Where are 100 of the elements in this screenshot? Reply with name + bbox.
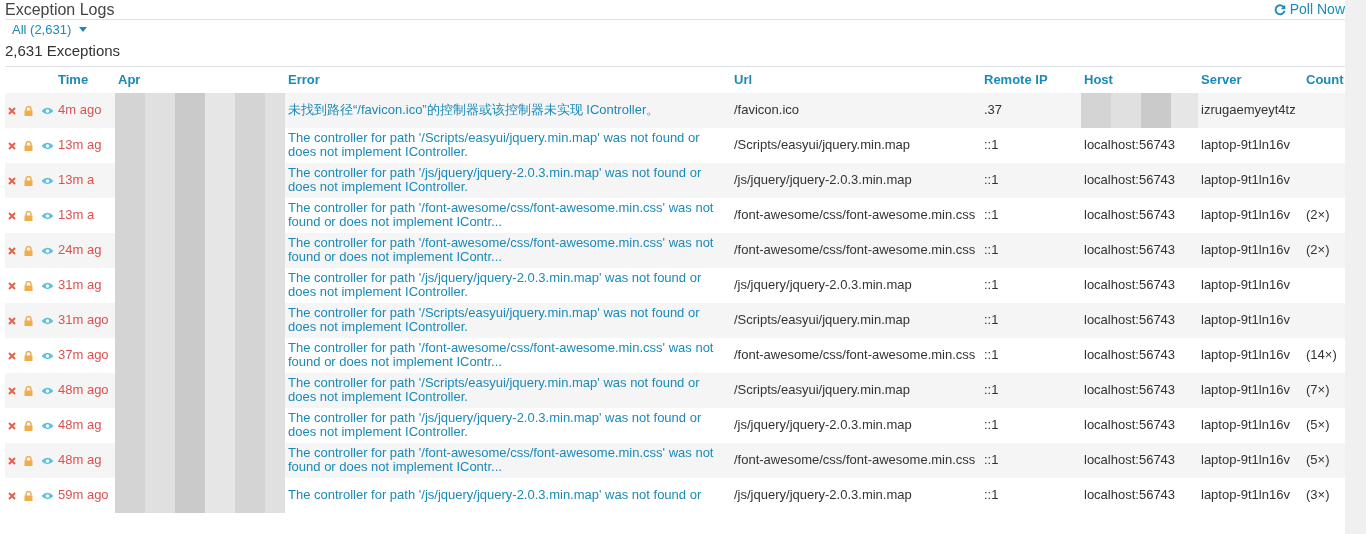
server-cell: laptop-9t1ln16v bbox=[1201, 417, 1290, 432]
column-header[interactable]: Server bbox=[1198, 67, 1303, 93]
lock-icon[interactable] bbox=[24, 350, 33, 361]
column-header[interactable]: Remote IP bbox=[981, 67, 1081, 93]
delete-icon[interactable] bbox=[8, 491, 16, 500]
server-cell: laptop-9t1ln16v bbox=[1201, 137, 1290, 152]
page-title: Exception Logs bbox=[5, 0, 115, 20]
poll-now-link[interactable]: Poll Now bbox=[1273, 0, 1345, 20]
delete-icon[interactable] bbox=[8, 386, 16, 395]
column-header[interactable]: Host bbox=[1081, 67, 1198, 93]
scrollbar-track[interactable] bbox=[1345, 0, 1366, 534]
server-cell: izrugaemyeyt4tz bbox=[1201, 102, 1296, 117]
column-header[interactable]: Url bbox=[731, 67, 981, 93]
error-link[interactable]: The controller for path '/font-awesome/css/font-awesome.min.css' was not found or does not implement IContr... bbox=[285, 197, 731, 233]
host-cell: localhost:56743 bbox=[1084, 172, 1176, 187]
lock-icon[interactable] bbox=[24, 175, 33, 186]
ip-cell: ::1 bbox=[984, 172, 999, 187]
lock-icon[interactable] bbox=[24, 385, 33, 396]
host-cell: localhost:56743 bbox=[1084, 277, 1176, 292]
lock-icon[interactable] bbox=[24, 315, 33, 326]
url-cell: /Scripts/easyui/jquery.min.map bbox=[734, 312, 911, 327]
delete-icon[interactable] bbox=[8, 456, 16, 465]
lock-icon[interactable] bbox=[24, 210, 33, 221]
count-cell: (3×) bbox=[1306, 487, 1330, 502]
eye-icon[interactable] bbox=[41, 386, 54, 395]
url-cell: /font-awesome/css/font-awesome.min.css bbox=[734, 242, 976, 257]
url-cell: /js/jquery/jquery-2.0.3.min.map bbox=[734, 487, 912, 502]
host-cell: localhost:56743 bbox=[1084, 312, 1176, 327]
lock-icon[interactable] bbox=[24, 490, 33, 501]
time-cell: 13m ag bbox=[55, 127, 115, 163]
error-link[interactable]: The controller for path '/font-awesome/css/font-awesome.min.css' was not found or does not implement IContr... bbox=[285, 442, 731, 478]
column-header[interactable]: Count bbox=[1303, 67, 1345, 93]
ip-cell: ::1 bbox=[984, 487, 999, 502]
time-cell: 48m ag bbox=[55, 442, 115, 478]
eye-icon[interactable] bbox=[41, 141, 54, 150]
delete-icon[interactable] bbox=[8, 211, 16, 220]
host-cell: localhost:56743 bbox=[1084, 347, 1176, 362]
count-cell: (7×) bbox=[1306, 382, 1330, 397]
eye-icon[interactable] bbox=[41, 246, 54, 255]
delete-icon[interactable] bbox=[8, 106, 16, 115]
column-header[interactable]: Apr bbox=[115, 67, 285, 93]
delete-icon[interactable] bbox=[8, 281, 16, 290]
ip-cell: ::1 bbox=[984, 277, 999, 292]
column-header[interactable]: Time bbox=[55, 67, 115, 93]
delete-icon[interactable] bbox=[8, 246, 16, 255]
host-cell: localhost:56743 bbox=[1084, 242, 1176, 257]
server-cell: laptop-9t1ln16v bbox=[1201, 172, 1290, 187]
time-cell: 13m a bbox=[55, 197, 115, 233]
caret-icon bbox=[79, 27, 88, 33]
lock-icon[interactable] bbox=[24, 105, 33, 116]
delete-icon[interactable] bbox=[8, 176, 16, 185]
error-link[interactable]: The controller for path '/font-awesome/css/font-awesome.min.css' was not found or does not implement IContr... bbox=[285, 232, 731, 268]
exceptions-count-heading: 2,631 Exceptions bbox=[5, 39, 1345, 67]
eye-icon[interactable] bbox=[41, 211, 54, 220]
refresh-icon bbox=[1273, 3, 1286, 16]
column-header[interactable]: Error bbox=[285, 67, 731, 93]
lock-icon[interactable] bbox=[24, 245, 33, 256]
eye-icon[interactable] bbox=[41, 491, 54, 500]
url-cell: /js/jquery/jquery-2.0.3.min.map bbox=[734, 277, 912, 292]
eye-icon[interactable] bbox=[41, 456, 54, 465]
error-link[interactable]: The controller for path '/Scripts/easyui/jquery.min.map' was not found or does not implement IController. bbox=[285, 302, 731, 338]
count-cell: (2×) bbox=[1306, 207, 1330, 222]
host-cell: localhost:56743 bbox=[1084, 487, 1176, 502]
error-link[interactable]: The controller for path '/Scripts/easyui/jquery.min.map' was not found or does not implement IController. bbox=[285, 372, 731, 408]
eye-icon[interactable] bbox=[41, 421, 54, 430]
delete-icon[interactable] bbox=[8, 421, 16, 430]
time-cell: 31m ago bbox=[55, 302, 115, 338]
error-link[interactable]: The controller for path '/Scripts/easyui/jquery.min.map' was not found or does not implement IController. bbox=[285, 127, 731, 163]
eye-icon[interactable] bbox=[41, 281, 54, 290]
lock-icon[interactable] bbox=[24, 420, 33, 431]
error-link[interactable]: 未找到路径“/favicon.ico”的控制器或该控制器未实现 IController。 bbox=[285, 92, 731, 128]
ip-cell: ::1 bbox=[984, 207, 999, 222]
eye-icon[interactable] bbox=[41, 106, 54, 115]
eye-icon[interactable] bbox=[41, 316, 54, 325]
delete-icon[interactable] bbox=[8, 141, 16, 150]
error-link[interactable]: The controller for path '/js/jquery/jquery-2.0.3.min.map' was not found or bbox=[285, 477, 731, 513]
filter-dropdown[interactable]: All (2,631) bbox=[5, 20, 95, 40]
eye-icon[interactable] bbox=[41, 176, 54, 185]
ip-cell: ::1 bbox=[984, 242, 999, 257]
delete-icon[interactable] bbox=[8, 316, 16, 325]
error-link[interactable]: The controller for path '/js/jquery/jquery-2.0.3.min.map' was not found or does not implement IController. bbox=[285, 267, 731, 303]
delete-icon[interactable] bbox=[8, 351, 16, 360]
count-cell: (5×) bbox=[1306, 417, 1330, 432]
url-cell: /js/jquery/jquery-2.0.3.min.map bbox=[734, 417, 912, 432]
server-cell: laptop-9t1ln16v bbox=[1201, 242, 1290, 257]
lock-icon[interactable] bbox=[24, 280, 33, 291]
error-link[interactable]: The controller for path '/font-awesome/css/font-awesome.min.css' was not found or does not implement IContr... bbox=[285, 337, 731, 373]
eye-icon[interactable] bbox=[41, 351, 54, 360]
url-cell: /favicon.ico bbox=[734, 102, 800, 117]
lock-icon[interactable] bbox=[24, 455, 33, 466]
url-cell: /Scripts/easyui/jquery.min.map bbox=[734, 137, 911, 152]
server-cell: laptop-9t1ln16v bbox=[1201, 312, 1290, 327]
error-link[interactable]: The controller for path '/js/jquery/jquery-2.0.3.min.map' was not found or does not implement IController. bbox=[285, 407, 731, 443]
server-cell: laptop-9t1ln16v bbox=[1201, 487, 1290, 502]
time-cell: 24m ag bbox=[55, 232, 115, 268]
url-cell: /js/jquery/jquery-2.0.3.min.map bbox=[734, 172, 912, 187]
lock-icon[interactable] bbox=[24, 140, 33, 151]
error-link[interactable]: The controller for path '/js/jquery/jquery-2.0.3.min.map' was not found or does not implement IController. bbox=[285, 162, 731, 198]
server-cell: laptop-9t1ln16v bbox=[1201, 207, 1290, 222]
ip-cell: ::1 bbox=[984, 382, 999, 397]
